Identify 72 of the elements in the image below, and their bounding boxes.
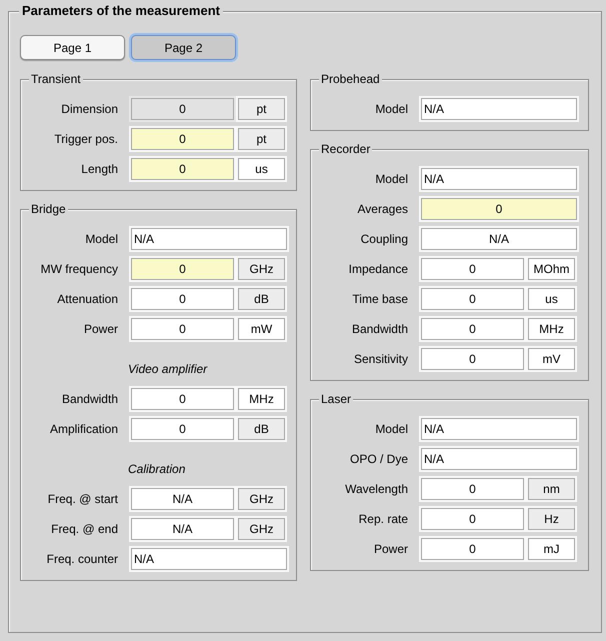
field-label: Bandwidth [60, 391, 118, 408]
input-field[interactable]: 0 [131, 158, 234, 180]
input-field[interactable]: 0 [131, 258, 234, 280]
input-field[interactable]: 0 [421, 198, 577, 220]
field-label: Averages [356, 201, 408, 218]
group-title: Bridge [29, 202, 68, 217]
input-field[interactable]: 0 [421, 288, 524, 310]
field-label: Length [80, 161, 118, 178]
field-label: Model [374, 171, 408, 188]
input-field[interactable]: N/A [131, 488, 234, 510]
field-label: Model [374, 421, 408, 438]
input-field[interactable]: N/A [131, 548, 287, 570]
unit-field[interactable]: GHz [238, 488, 285, 510]
unit-field[interactable]: dB [238, 288, 285, 310]
input-field[interactable]: N/A [131, 518, 234, 540]
field-label: Sensitivity [352, 351, 408, 368]
page-tab[interactable]: Page 1 [20, 35, 125, 60]
field-label: Amplification [48, 421, 118, 438]
unit-field[interactable]: mV [528, 348, 575, 370]
input-field[interactable]: 0 [131, 318, 234, 340]
field-label: Rep. rate [358, 511, 408, 528]
unit-field[interactable]: GHz [238, 518, 285, 540]
input-field[interactable]: 0 [421, 538, 524, 560]
input-field[interactable]: N/A [421, 418, 577, 440]
input-field[interactable]: N/A [421, 98, 577, 120]
input-field[interactable]: N/A [131, 228, 287, 250]
input-field[interactable]: N/A [421, 168, 577, 190]
input-field[interactable]: 0 [131, 288, 234, 310]
input-field[interactable]: 0 [131, 388, 234, 410]
unit-field[interactable]: GHz [238, 258, 285, 280]
unit-field[interactable]: us [238, 158, 285, 180]
input-field[interactable]: 0 [421, 258, 524, 280]
unit-field[interactable]: pt [238, 128, 285, 150]
unit-field[interactable]: MHz [528, 318, 575, 340]
field-label: Trigger pos. [53, 131, 118, 148]
unit-field[interactable]: dB [238, 418, 285, 440]
field-label: Freq. counter [46, 551, 118, 568]
unit-field[interactable]: nm [528, 478, 575, 500]
unit-field[interactable]: MOhm [528, 258, 575, 280]
input-field[interactable]: 0 [421, 508, 524, 530]
field-label: Power [82, 321, 118, 338]
field-label: Power [372, 541, 408, 558]
field-label: OPO / Dye [348, 451, 408, 468]
field-label: Attenuation [56, 291, 118, 308]
unit-field[interactable]: us [528, 288, 575, 310]
field-label: Impedance [348, 261, 408, 278]
input-field[interactable]: 0 [131, 128, 234, 150]
input-field[interactable]: 0 [131, 418, 234, 440]
field-label: Dimension [60, 101, 118, 118]
field-label: Freq. @ end [50, 521, 118, 538]
section-subheading: Video amplifier [128, 361, 208, 378]
section-subheading: Calibration [128, 461, 186, 478]
input-field[interactable]: 0 [421, 318, 524, 340]
unit-field[interactable]: pt [238, 98, 285, 120]
field-label: Coupling [360, 231, 408, 248]
input-field[interactable]: 0 [421, 348, 524, 370]
field-label: Model [84, 231, 118, 248]
field-label: Model [374, 101, 408, 118]
field-label: Time base [351, 291, 408, 308]
unit-field[interactable]: mJ [528, 538, 575, 560]
field-label: Bandwidth [350, 321, 408, 338]
page-tab[interactable]: Page 2 [131, 35, 236, 60]
input-field[interactable]: 0 [421, 478, 524, 500]
input-field[interactable]: 0 [131, 98, 234, 120]
input-field[interactable]: N/A [421, 228, 577, 250]
field-label: Freq. @ start [46, 491, 118, 508]
unit-field[interactable]: mW [238, 318, 285, 340]
input-field[interactable]: N/A [421, 448, 577, 470]
unit-field[interactable]: Hz [528, 508, 575, 530]
unit-field[interactable]: MHz [238, 388, 285, 410]
field-label: Wavelength [344, 481, 408, 498]
field-label: MW frequency [40, 261, 118, 278]
